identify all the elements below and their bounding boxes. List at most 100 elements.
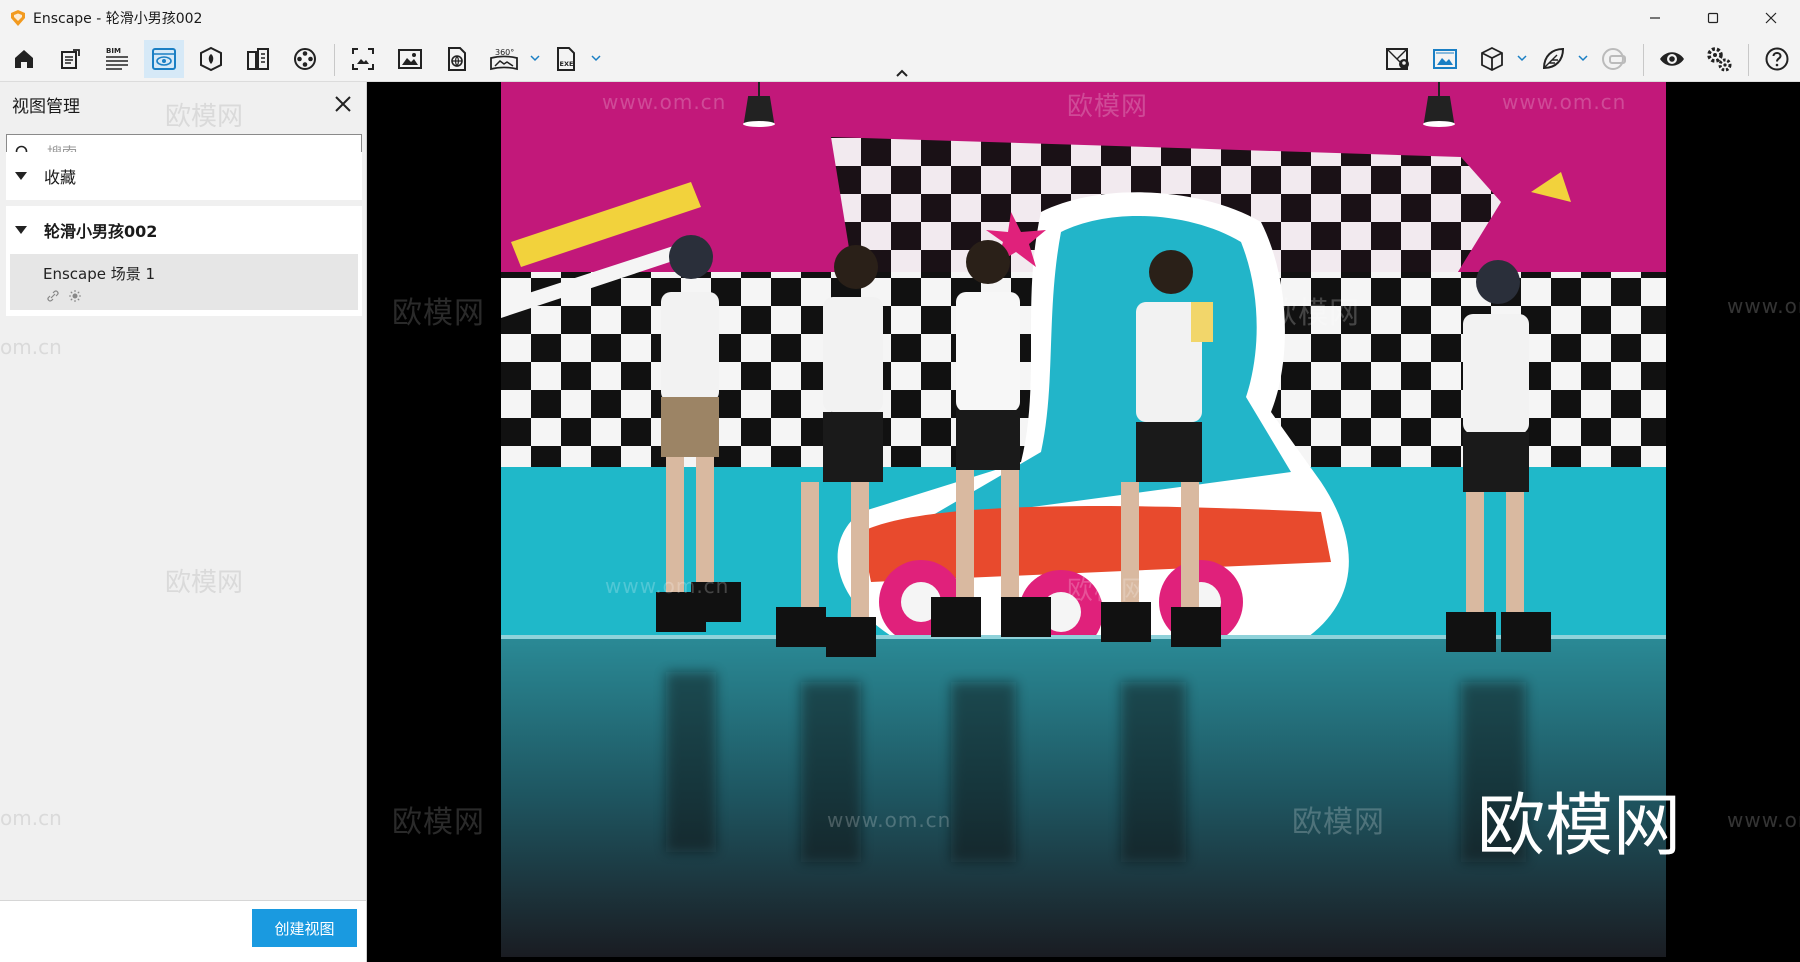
material-editor-button[interactable]	[1533, 40, 1573, 78]
watermark-brand: 欧模网	[1067, 92, 1149, 122]
watermark-brand: 欧模网	[1067, 576, 1149, 606]
watermark-brand: 欧模网	[392, 805, 485, 840]
favorites-group: 收藏	[6, 152, 362, 200]
video-editor-button[interactable]	[285, 40, 325, 78]
render-window-button[interactable]	[1425, 40, 1465, 78]
chevron-down-icon	[1517, 55, 1527, 62]
export-dropdown[interactable]	[589, 51, 603, 65]
panel-footer: 创建视图	[0, 900, 366, 962]
home-icon	[15, 50, 33, 68]
vr-headset-button[interactable]	[1594, 40, 1634, 78]
watermark-domain: www.om.cn	[602, 90, 727, 114]
panorama-button[interactable]: 360°	[484, 40, 524, 78]
watermark-domain: www.om.cn	[1502, 90, 1627, 114]
toolbar-separator	[334, 44, 335, 76]
favorites-label: 收藏	[44, 168, 77, 187]
maximize-button[interactable]	[1684, 0, 1742, 36]
watermark-domain: om.cn	[0, 806, 62, 830]
notes-button[interactable]	[50, 40, 90, 78]
close-panel-button[interactable]	[329, 90, 357, 118]
collapse-toolbar-button[interactable]	[892, 66, 912, 80]
svg-text:EXE: EXE	[560, 60, 574, 68]
minimize-button[interactable]	[1626, 0, 1684, 36]
site-context-button[interactable]	[238, 40, 278, 78]
panorama-360-icon: 360°	[490, 48, 518, 71]
object-dropdown[interactable]	[1515, 51, 1529, 65]
render-viewport[interactable]: www.om.cn 欧模网 www.om.cn 欧模网 欧模网 www.om.c…	[367, 82, 1800, 962]
batch-render-button[interactable]	[390, 40, 430, 78]
panorama-dropdown[interactable]	[528, 51, 542, 65]
map-view-button[interactable]	[1378, 40, 1418, 78]
toolbar-separator	[1643, 44, 1644, 76]
close-icon	[335, 96, 351, 112]
render-image-icon	[1433, 49, 1457, 69]
general-settings-button[interactable]	[1699, 40, 1739, 78]
watermark-domain: www.om.cn	[1727, 808, 1800, 832]
export-exe-button[interactable]: EXE	[546, 40, 586, 78]
minimize-icon	[1650, 17, 1660, 19]
window-title: Enscape - 轮滑小男孩002	[33, 11, 203, 27]
bim-icon: BIM	[106, 47, 128, 70]
cube-icon	[1481, 46, 1503, 72]
view-item-name: Enscape 场景 1	[43, 265, 156, 283]
screenshot-icon	[352, 48, 374, 70]
object-button[interactable]	[1472, 40, 1512, 78]
exe-file-icon: EXE	[557, 47, 575, 71]
project-header[interactable]: 轮滑小男孩002	[6, 206, 362, 254]
film-reel-icon	[294, 48, 316, 70]
chevron-up-icon	[896, 69, 908, 77]
panel-title: 视图管理	[12, 97, 80, 117]
view-management-button[interactable]	[144, 40, 184, 78]
views-eye-icon	[152, 48, 176, 70]
notes-icon	[61, 49, 80, 69]
watermark-domain: www.om.cn	[827, 808, 952, 832]
web-standalone-button[interactable]	[437, 40, 477, 78]
vr-headset-icon	[1602, 48, 1626, 70]
screenshot-button[interactable]	[343, 40, 383, 78]
chevron-down-icon	[530, 55, 540, 62]
watermark-brand-large: 欧模网	[1477, 787, 1682, 866]
watermark-brand: 欧模网	[1267, 296, 1360, 331]
close-window-button[interactable]	[1742, 0, 1800, 36]
gears-icon	[1707, 47, 1732, 72]
watermark-brand: 欧模网	[165, 568, 244, 598]
view-management-panel: 视图管理 收藏 轮滑小男孩002 Enscape 场景 1 欧模网 om.cn …	[0, 82, 367, 962]
enscape-logo-icon	[11, 10, 25, 26]
bim-button[interactable]: BIM	[97, 40, 137, 78]
help-icon	[1765, 47, 1789, 71]
watermark-brand: 欧模网	[1292, 805, 1385, 840]
project-label: 轮滑小男孩002	[44, 222, 158, 241]
visual-settings-button[interactable]	[1652, 40, 1692, 78]
link-icon	[47, 290, 59, 302]
close-icon	[1765, 12, 1777, 24]
eye-icon	[1660, 52, 1684, 66]
caret-down-icon	[8, 171, 34, 181]
watermark-domain: www.om.cn	[605, 574, 730, 598]
watermark-brand: 欧模网	[392, 296, 485, 331]
material-dropdown[interactable]	[1576, 51, 1590, 65]
view-item[interactable]: Enscape 场景 1	[10, 254, 358, 310]
map-pin-icon	[1386, 48, 1409, 70]
leaf-icon	[1542, 47, 1565, 70]
watermark-brand: 欧模网	[165, 102, 244, 132]
sun-icon	[69, 290, 81, 302]
title-bar: Enscape - 轮滑小男孩002	[0, 0, 1800, 36]
caret-down-icon	[8, 225, 34, 235]
toolbar-separator	[1748, 44, 1749, 76]
svg-text:BIM: BIM	[106, 47, 121, 55]
web-file-icon	[448, 47, 466, 71]
chevron-down-icon	[591, 55, 601, 62]
asset-library-button[interactable]	[191, 40, 231, 78]
asset-library-icon	[200, 46, 222, 72]
help-button[interactable]	[1757, 40, 1797, 78]
image-icon	[398, 49, 422, 69]
favorites-header[interactable]: 收藏	[6, 152, 362, 200]
chevron-down-icon	[1578, 55, 1588, 62]
watermark-domain: om.cn	[0, 335, 62, 359]
create-view-button[interactable]: 创建视图	[252, 909, 357, 947]
buildings-icon	[247, 48, 269, 70]
maximize-icon	[1707, 12, 1719, 24]
home-button[interactable]	[4, 40, 44, 78]
project-group: 轮滑小男孩002 Enscape 场景 1	[6, 206, 362, 316]
watermark-domain: www.om.cn	[1727, 294, 1800, 318]
